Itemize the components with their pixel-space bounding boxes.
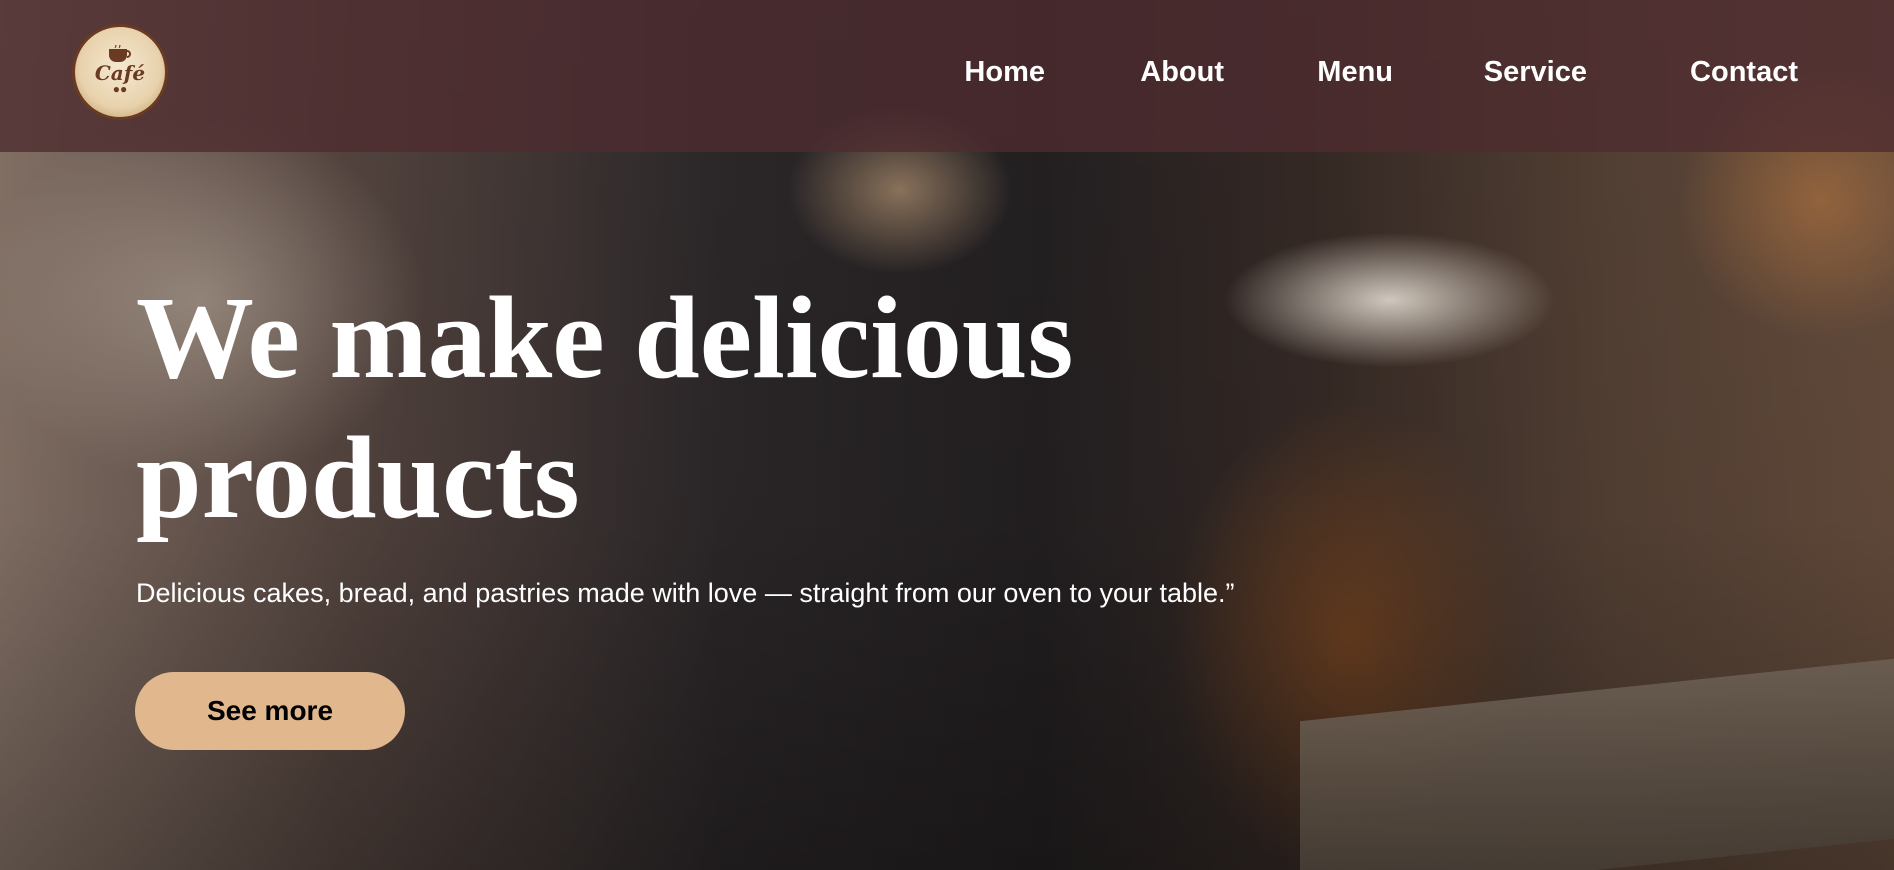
logo-text: Café — [94, 61, 146, 85]
nav-contact[interactable]: Contact — [1690, 56, 1798, 89]
hero-headline: We make delicious products — [136, 272, 1074, 543]
navbar: Café ●● Home About Menu Service Contact — [0, 0, 1894, 152]
cafe-logo[interactable]: Café ●● — [72, 24, 168, 120]
nav-service[interactable]: Service — [1484, 56, 1587, 89]
hero-subtext: Delicious cakes, bread, and pastries mad… — [136, 578, 1235, 608]
nav-home[interactable]: Home — [964, 56, 1045, 89]
nav-menu[interactable]: Menu — [1317, 56, 1393, 89]
nav-about[interactable]: About — [1140, 56, 1224, 89]
see-more-button[interactable]: See more — [135, 672, 405, 750]
coffee-beans-icon: ●● — [112, 82, 128, 96]
